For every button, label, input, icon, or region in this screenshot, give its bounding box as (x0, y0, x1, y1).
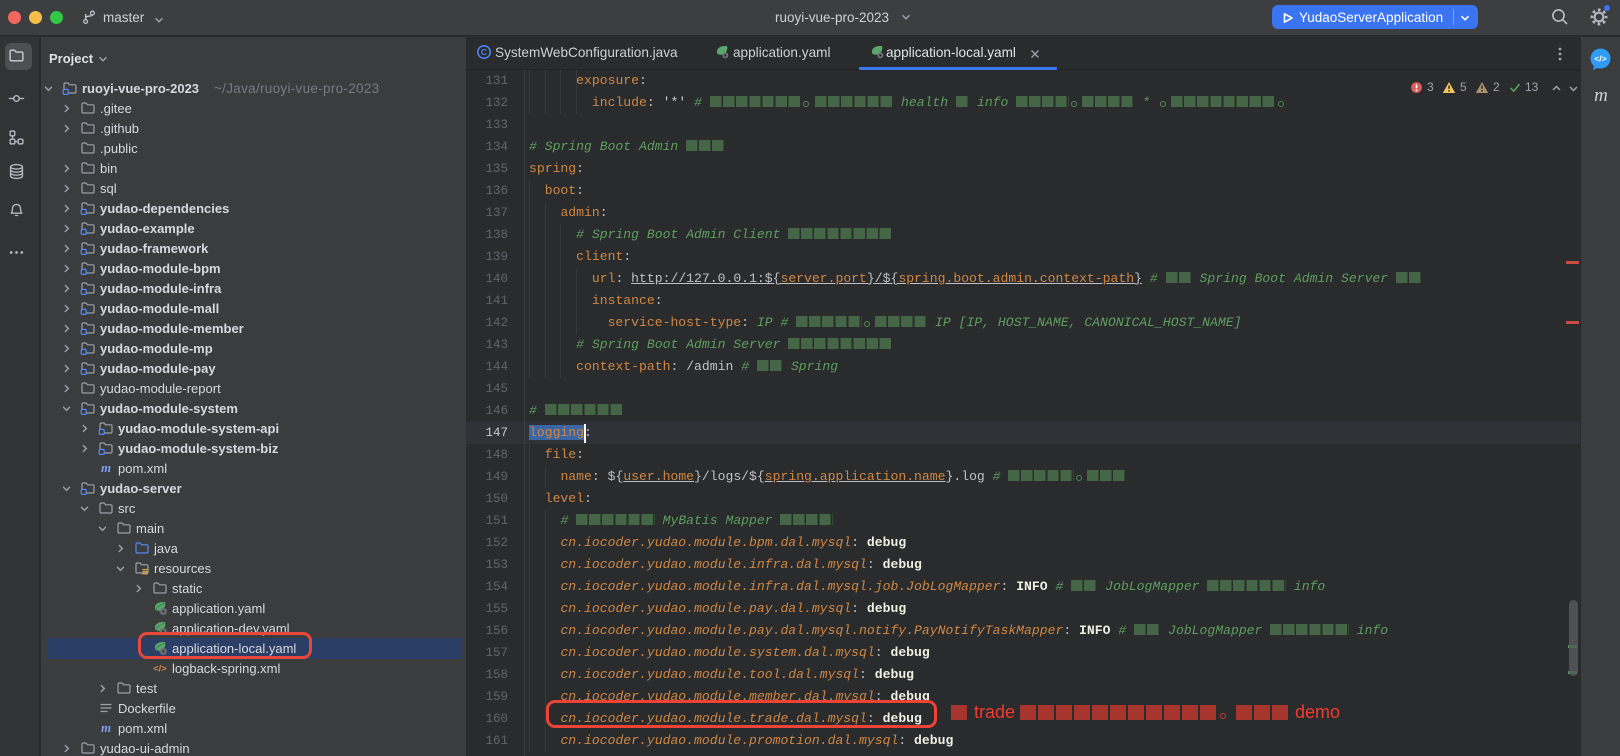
svg-text:m: m (101, 460, 111, 475)
svg-text:</>: </> (153, 664, 167, 675)
svg-text:</>: </> (1594, 54, 1606, 64)
svg-text:m: m (101, 720, 111, 735)
svg-text:C: C (481, 47, 487, 57)
